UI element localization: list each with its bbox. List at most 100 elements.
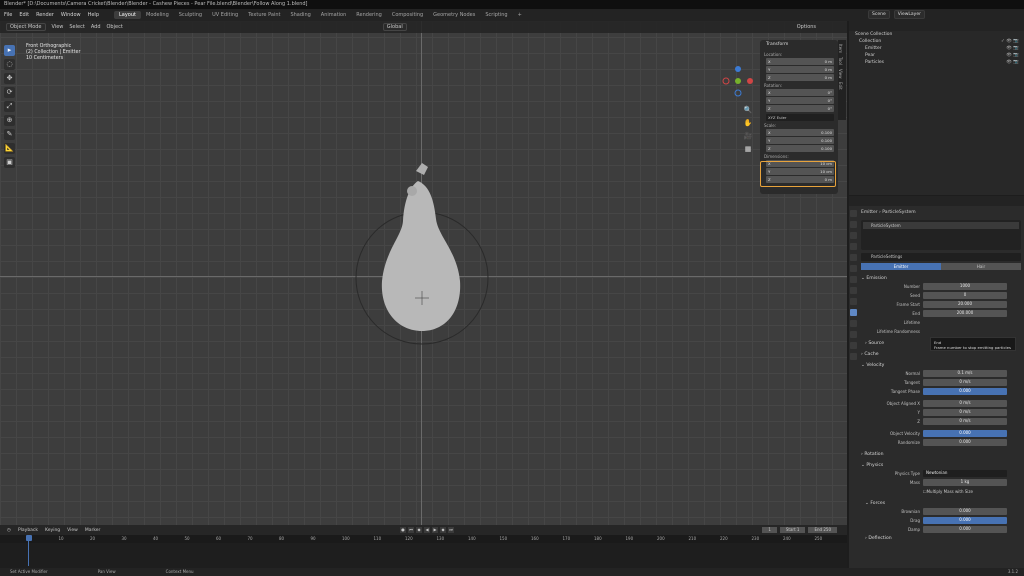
scale-tool-icon[interactable]: ⤢ [4, 101, 15, 112]
hair-type-button[interactable]: Hair [941, 263, 1021, 270]
data-tab-icon[interactable] [850, 342, 857, 349]
rotate-tool-icon[interactable]: ⟳ [4, 87, 15, 98]
scene-tab-icon[interactable] [850, 254, 857, 261]
material-tab-icon[interactable] [850, 353, 857, 360]
location-x-field[interactable]: X 0 m [766, 58, 834, 65]
measure-tool-icon[interactable]: 📐 [4, 143, 15, 154]
options-menu[interactable]: Options [797, 24, 816, 30]
mass-field[interactable]: 1 kg [923, 479, 1007, 486]
outliner-row-emitter[interactable]: Emitter 👁 📷 [849, 45, 1024, 52]
drag-slider[interactable]: 0.000 [923, 517, 1007, 524]
brownian-field[interactable]: 0.000 [923, 508, 1007, 515]
tab-tool[interactable]: Tool [838, 57, 843, 65]
pear-model[interactable] [340, 141, 510, 371]
annotate-tool-icon[interactable]: ✎ [4, 129, 15, 140]
neg-z-axis-icon[interactable] [734, 89, 742, 97]
object-aligned-x-field[interactable]: 0 m/s [923, 400, 1007, 407]
emitter-type-button[interactable]: Emitter [861, 263, 941, 270]
add-workspace-button[interactable]: + [513, 11, 527, 19]
object-aligned-y-field[interactable]: 0 m/s [923, 409, 1007, 416]
cache-panel-header[interactable]: › Cache [861, 352, 1021, 357]
seed-field[interactable]: 0 [923, 292, 1007, 299]
menu-edit[interactable]: Edit [19, 12, 29, 18]
tab-view[interactable]: View [838, 69, 843, 79]
select-tool-icon[interactable]: ▸ [4, 45, 15, 56]
emission-panel-header[interactable]: ⌄ Emission [861, 276, 1021, 281]
visibility-icons[interactable]: 👁 📷 [1006, 45, 1019, 52]
menu-render[interactable]: Render [36, 12, 54, 18]
menu-window[interactable]: Window [61, 12, 81, 18]
object-aligned-z-field[interactable]: 0 m/s [923, 418, 1007, 425]
tab-edit[interactable]: Edit [838, 82, 843, 90]
visibility-icons[interactable]: 👁 📷 [1006, 59, 1019, 66]
object-menu[interactable]: Object [107, 24, 123, 30]
view-layer-tab-icon[interactable] [850, 243, 857, 250]
rotation-x-field[interactable]: X 0° [766, 89, 834, 96]
dimensions-z-field[interactable]: Z 0 m [766, 176, 834, 183]
start-frame-field[interactable]: Start 1 [779, 527, 806, 533]
physics-panel-header[interactable]: ⌄ Physics [861, 463, 1021, 468]
physics-type-dropdown[interactable]: Newtonian [923, 470, 1007, 477]
marker-menu[interactable]: Marker [85, 528, 101, 533]
frame-start-field[interactable]: 20.000 [923, 301, 1007, 308]
damp-field[interactable]: 0.000 [923, 526, 1007, 533]
transform-tool-icon[interactable]: ⊕ [4, 115, 15, 126]
jump-end-icon[interactable]: ⏭ [448, 527, 454, 533]
collection-tab-icon[interactable] [850, 276, 857, 283]
visibility-icons[interactable]: 👁 📷 [1006, 52, 1019, 59]
frame-ruler[interactable]: 0102030405060708090100110120130140150160… [0, 535, 847, 543]
z-axis-icon[interactable] [735, 66, 741, 72]
tab-layout[interactable]: Layout [114, 11, 141, 19]
zoom-icon[interactable]: 🔍 [743, 105, 753, 115]
neg-x-axis-icon[interactable] [722, 77, 730, 85]
scale-z-field[interactable]: Z 0.100 [766, 145, 834, 152]
jump-start-icon[interactable]: ⏮ [408, 527, 414, 533]
scene-field[interactable]: Scene [868, 10, 890, 19]
rotation-z-field[interactable]: Z 0° [766, 105, 834, 112]
tab-item[interactable]: Item [838, 44, 843, 53]
playhead[interactable] [26, 535, 32, 568]
tab-sculpting[interactable]: Sculpting [174, 11, 207, 19]
tool-tab-icon[interactable] [850, 210, 857, 217]
output-tab-icon[interactable] [850, 232, 857, 239]
current-frame-field[interactable]: 1 [762, 527, 777, 533]
menu-file[interactable]: File [4, 12, 12, 18]
rotation-mode-dropdown[interactable]: XYZ Euler [766, 114, 834, 121]
view-menu[interactable]: View [67, 528, 78, 533]
particle-settings-selector[interactable]: ParticleSettings [861, 253, 1021, 261]
playhead-tag[interactable] [26, 535, 32, 541]
tab-geometry-nodes[interactable]: Geometry Nodes [428, 11, 480, 19]
end-frame-field[interactable]: End 250 [808, 527, 837, 533]
object-tab-icon[interactable] [850, 287, 857, 294]
select-menu[interactable]: Select [69, 24, 84, 30]
number-field[interactable]: 1000 [923, 283, 1007, 290]
perspective-grid-icon[interactable]: ▦ [743, 144, 753, 154]
scale-x-field[interactable]: X 0.100 [766, 129, 834, 136]
orientation-dropdown[interactable]: Global [382, 23, 407, 31]
scale-y-field[interactable]: Y 0.100 [766, 137, 834, 144]
tab-modeling[interactable]: Modeling [141, 11, 174, 19]
tab-uv-editing[interactable]: UV Editing [207, 11, 243, 19]
particle-system-item[interactable]: ParticleSystem [863, 222, 1019, 229]
play-reverse-icon[interactable]: ◀ [424, 527, 430, 533]
world-tab-icon[interactable] [850, 265, 857, 272]
next-key-icon[interactable]: ◆ [440, 527, 446, 533]
3d-viewport[interactable]: Object Mode View Select Add Object Globa… [0, 21, 847, 525]
dimensions-y-field[interactable]: Y 10 cm [766, 168, 834, 175]
prev-key-icon[interactable]: ◆ [416, 527, 422, 533]
record-icon[interactable]: ● [400, 527, 406, 533]
tab-texture-paint[interactable]: Texture Paint [243, 11, 285, 19]
render-tab-icon[interactable] [850, 221, 857, 228]
add-menu[interactable]: Add [91, 24, 101, 30]
location-z-field[interactable]: Z 0 m [766, 74, 834, 81]
tab-shading[interactable]: Shading [285, 11, 315, 19]
x-axis-icon[interactable] [747, 78, 753, 84]
velocity-panel-header[interactable]: ⌄ Velocity [861, 363, 1021, 368]
pan-hand-icon[interactable]: ✋ [743, 118, 753, 128]
cursor-tool-icon[interactable]: ◌ [4, 59, 15, 70]
visibility-icons[interactable]: ✓ 👁 📷 [1001, 38, 1019, 45]
tab-rendering[interactable]: Rendering [351, 11, 387, 19]
constraints-tab-icon[interactable] [850, 331, 857, 338]
particles-tab-icon[interactable] [850, 309, 857, 316]
timeline-editor-icon[interactable]: ◷ [7, 528, 11, 533]
